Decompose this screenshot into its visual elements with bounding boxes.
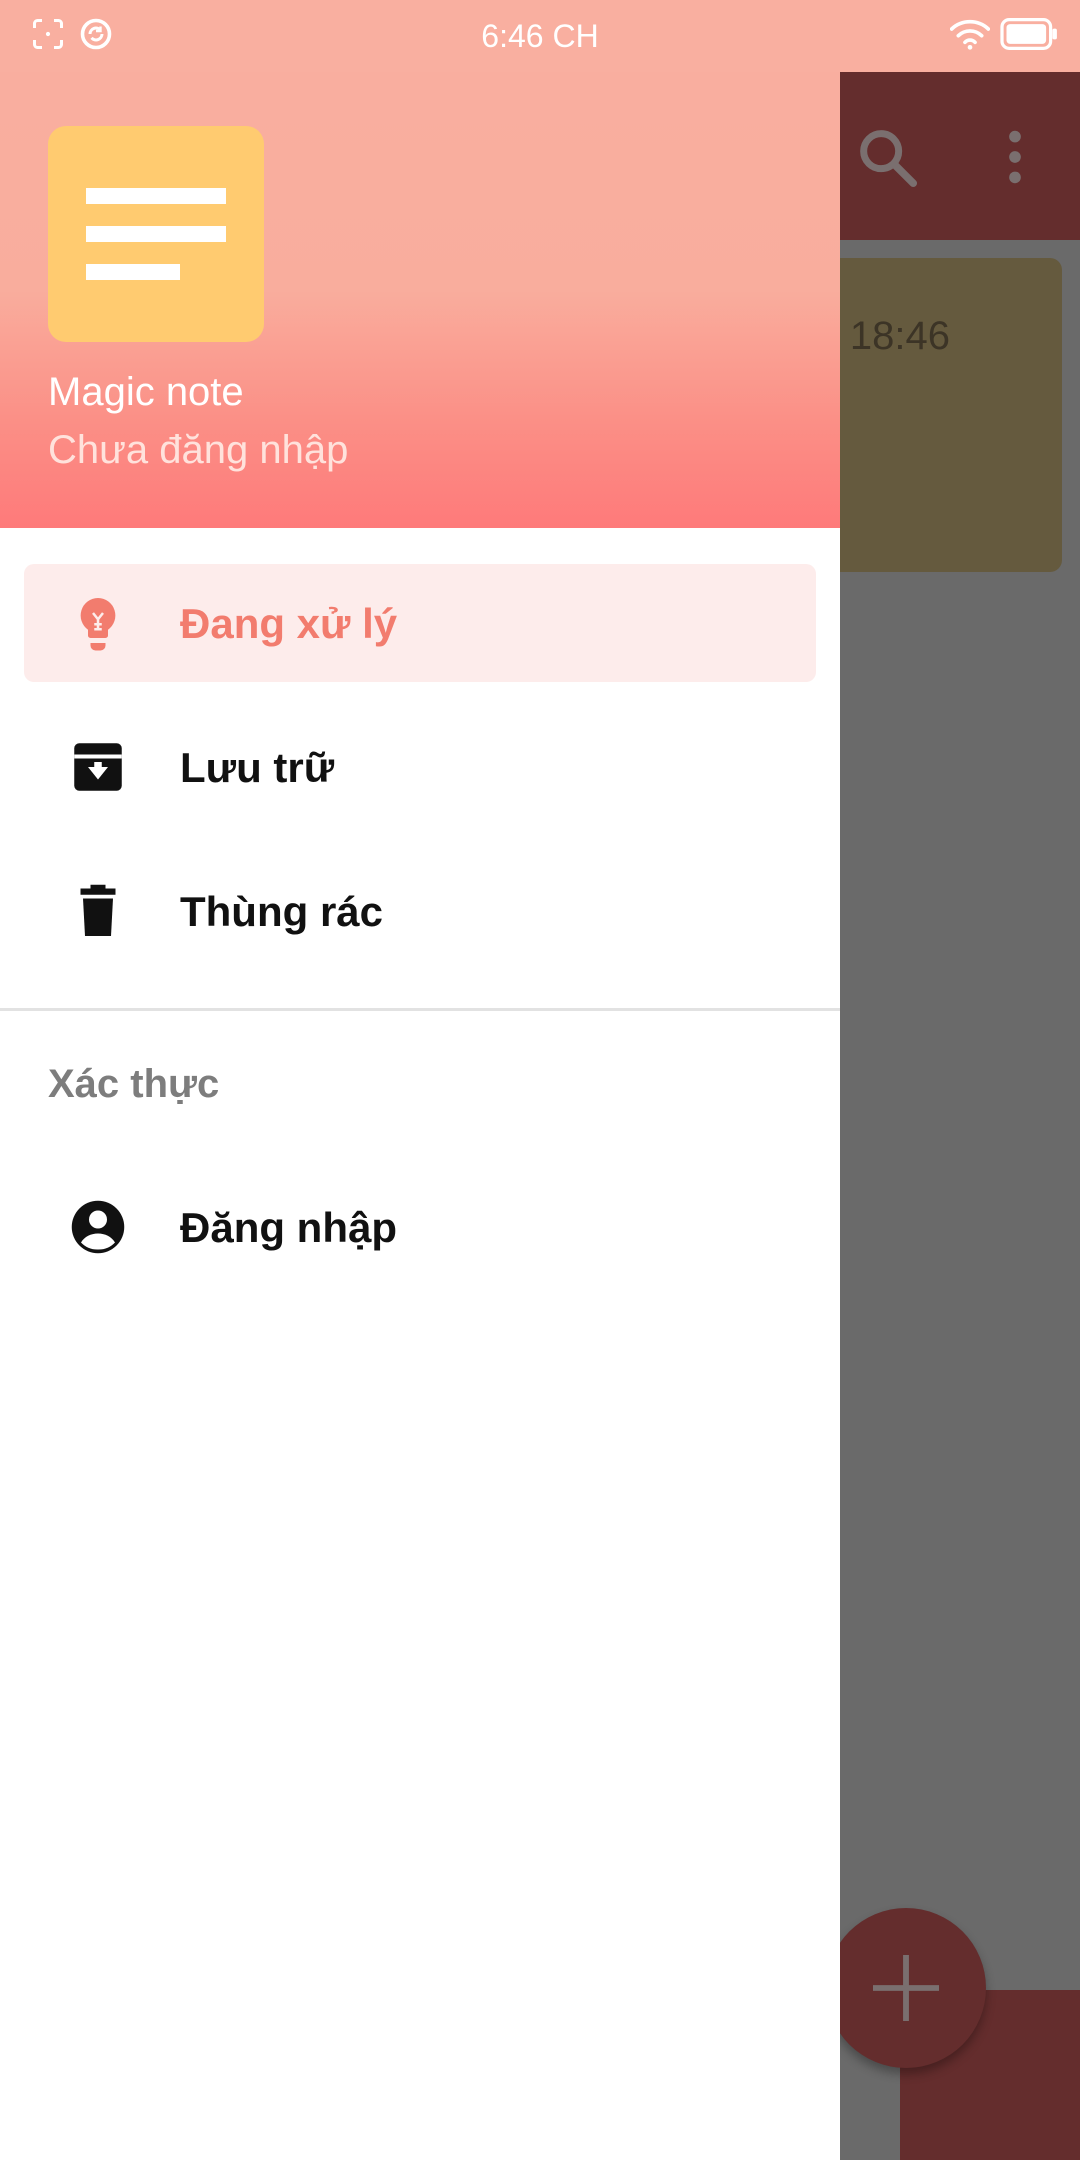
notes-lines-icon (48, 126, 264, 342)
plus-icon (873, 1955, 939, 2021)
lightbulb-icon (80, 598, 116, 651)
menu-label: Thùng rác (180, 888, 384, 935)
add-note-button[interactable] (826, 1908, 986, 2068)
status-bar: 6:46 CH (0, 0, 1080, 72)
divider (0, 1008, 840, 1011)
menu-label: Đăng nhập (180, 1204, 397, 1251)
login-status: Chưa đăng nhập (48, 428, 349, 472)
account-circle-icon (71, 1200, 125, 1254)
drawer-header: Magic note Chưa đăng nhập (0, 0, 840, 528)
more-vertical-icon[interactable] (980, 122, 1050, 192)
search-icon[interactable] (852, 122, 922, 192)
menu-item-login[interactable]: Đăng nhập (24, 1168, 816, 1286)
status-time: 6:46 CH (481, 18, 599, 54)
archive-icon (74, 743, 122, 791)
menu-item-processing[interactable]: Đang xử lý (24, 564, 816, 682)
battery-icon (1000, 17, 1057, 51)
menu-item-trash[interactable]: Thùng rác (24, 852, 816, 970)
section-title-auth: Xác thực (48, 1062, 220, 1106)
menu-label: Đang xử lý (180, 600, 398, 647)
wifi-icon (950, 19, 990, 50)
trash-icon (80, 884, 116, 936)
menu-item-archive[interactable]: Lưu trữ (24, 708, 816, 826)
app-name: Magic note (48, 370, 244, 414)
menu-label: Lưu trữ (180, 744, 335, 791)
navigation-drawer: Magic note Chưa đăng nhập Đang xử lý Lưu… (0, 0, 840, 2160)
